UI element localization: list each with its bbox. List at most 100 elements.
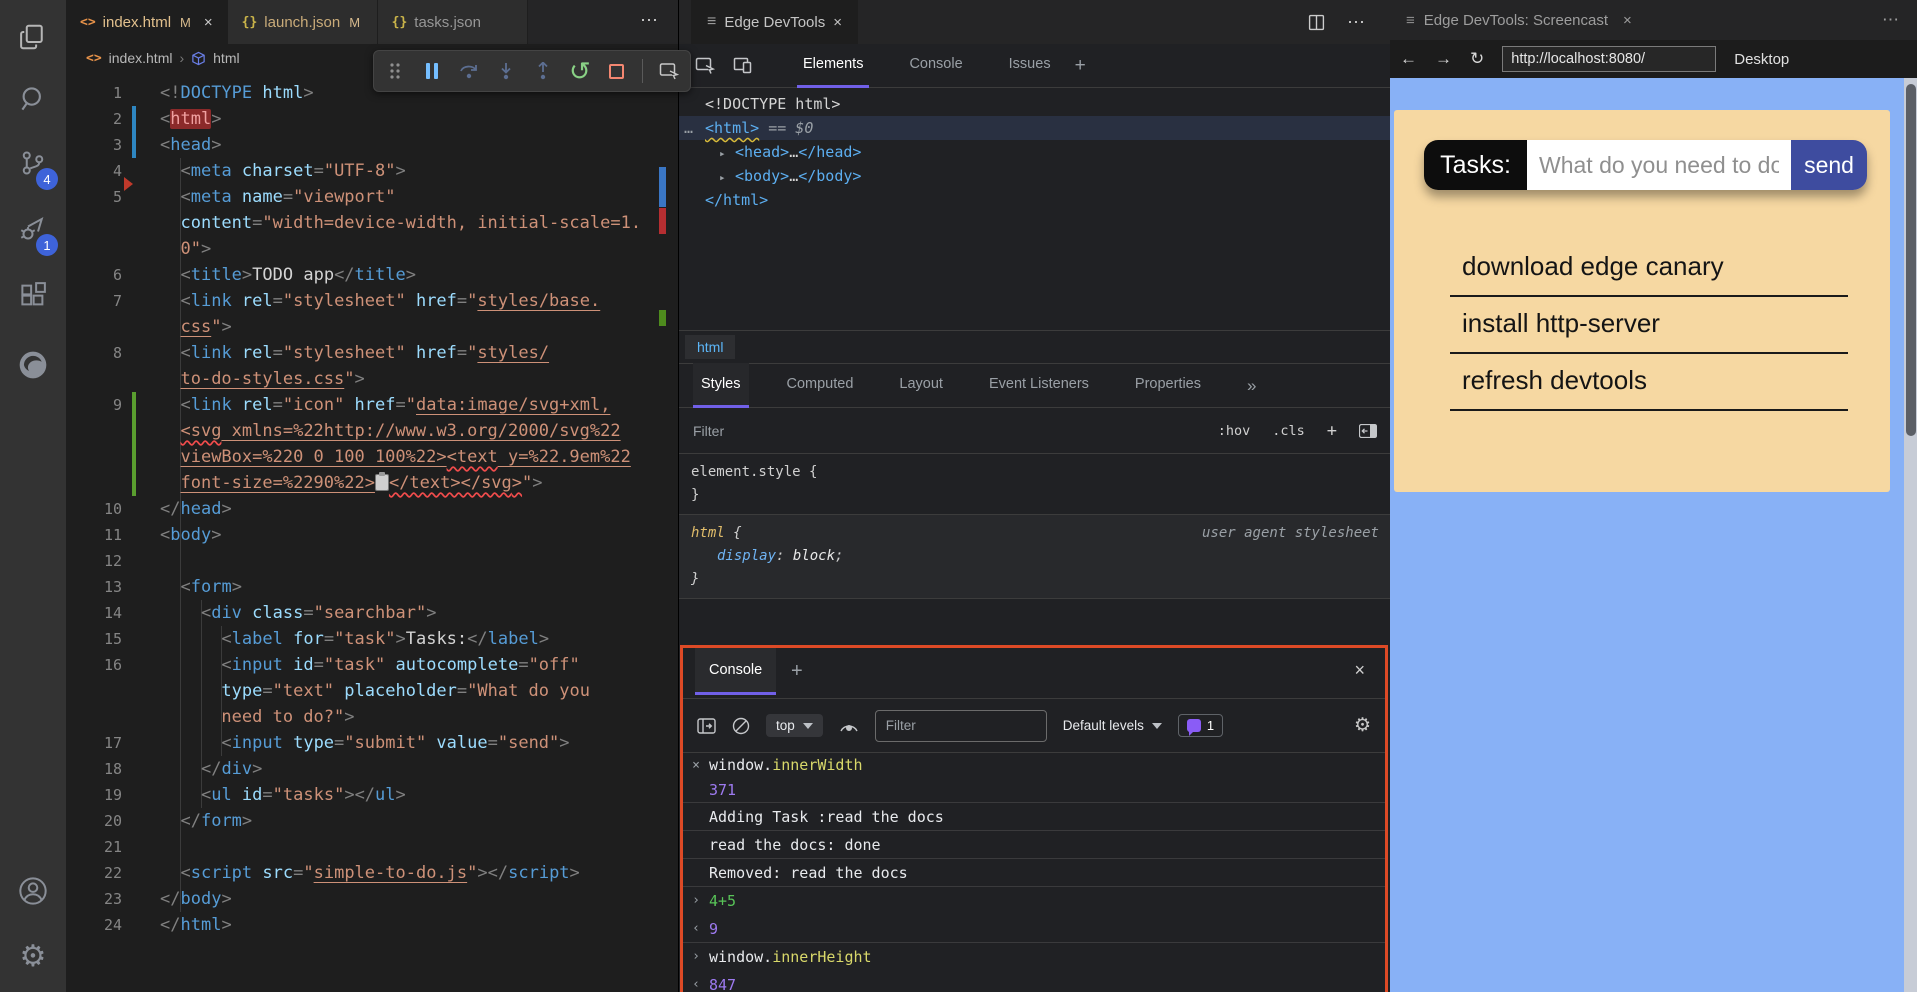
devtools-tab-elements[interactable]: Elements bbox=[797, 44, 870, 88]
expand-chevron-icon[interactable]: ‹ bbox=[683, 915, 709, 943]
code-line[interactable]: 5 <meta name="viewport" bbox=[66, 177, 678, 210]
screencast-title-bar[interactable]: ≡ Edge DevTools: Screencast × ⋯ bbox=[1390, 0, 1917, 40]
step-out-icon[interactable] bbox=[532, 58, 555, 84]
code-line[interactable]: to-do-styles.css"> bbox=[66, 366, 678, 392]
console-message[interactable]: › 4+5 bbox=[683, 887, 1385, 915]
close-console-icon[interactable]: × bbox=[1354, 660, 1365, 681]
remove-live-expression-icon[interactable]: × bbox=[683, 753, 709, 778]
context-selector[interactable]: top bbox=[766, 714, 823, 737]
screencast-scrollbar[interactable] bbox=[1904, 78, 1917, 992]
expand-chevron-icon[interactable]: › bbox=[683, 887, 709, 915]
code-line[interactable]: <svg xmlns=%22http://www.w3.org/2000/svg… bbox=[66, 418, 678, 444]
code-line[interactable]: 17 <input type="submit" value="send"> bbox=[66, 730, 678, 756]
code-line[interactable]: font-size=%2290%22> </text></svg>"> bbox=[66, 470, 678, 496]
console-tab[interactable]: Console bbox=[695, 648, 777, 695]
live-expression-eye-icon[interactable] bbox=[839, 719, 859, 733]
code-line[interactable]: 24 </html> bbox=[66, 912, 678, 938]
breadcrumb-file[interactable]: index.html bbox=[109, 50, 173, 66]
explorer-icon[interactable] bbox=[0, 8, 66, 66]
task-item[interactable]: install http-server bbox=[1450, 297, 1848, 354]
code-line[interactable]: 7 <link rel="stylesheet" href="styles/ba… bbox=[66, 288, 678, 314]
sidebar-position-icon[interactable] bbox=[1359, 423, 1377, 438]
code-line[interactable]: 16 <input id="task" autocomplete="off" bbox=[66, 652, 678, 678]
toggle-class-button[interactable]: .cls bbox=[1272, 423, 1305, 439]
devtools-tab-console[interactable]: Console bbox=[903, 44, 968, 88]
device-mode-label[interactable]: Desktop bbox=[1734, 51, 1789, 68]
clear-console-icon[interactable] bbox=[732, 717, 750, 735]
console-message[interactable]: › window.innerHeight bbox=[683, 943, 1385, 971]
style-rule-element[interactable]: element.style { } bbox=[679, 454, 1391, 515]
code-line[interactable]: 20 </form> bbox=[66, 808, 678, 834]
code-line[interactable]: 4 <meta charset="UTF-8"> bbox=[66, 158, 678, 184]
dom-node-row[interactable]: … <html> == $0 bbox=[679, 116, 1391, 140]
expand-arrow-icon[interactable]: ▸ bbox=[719, 142, 735, 166]
task-item[interactable]: refresh devtools bbox=[1450, 354, 1848, 411]
pause-icon[interactable] bbox=[421, 58, 444, 84]
code-line[interactable]: 8 <link rel="stylesheet" href="styles/ bbox=[66, 340, 678, 366]
more-actions-icon[interactable]: ⋯ bbox=[1347, 12, 1365, 33]
code-line[interactable]: 12 bbox=[66, 548, 678, 574]
code-line[interactable]: viewBox=%220 0 100 100%22><text y=%22.9e… bbox=[66, 444, 678, 470]
extensions-icon[interactable] bbox=[0, 266, 66, 324]
inspect-element-icon[interactable] bbox=[695, 56, 715, 75]
dom-node-row[interactable]: ▸ <body>…</body> bbox=[679, 164, 1391, 188]
code-line[interactable]: css"> bbox=[66, 314, 678, 340]
code-line[interactable]: 3 <head> bbox=[66, 132, 678, 158]
sidebar-tab-properties[interactable]: Properties bbox=[1127, 363, 1209, 408]
inspect-icon[interactable] bbox=[657, 58, 680, 84]
sidebar-tab-layout[interactable]: Layout bbox=[891, 363, 951, 408]
task-input[interactable] bbox=[1527, 140, 1791, 190]
style-rule-html[interactable]: user agent stylesheet html { display: bl… bbox=[679, 515, 1391, 599]
screencast-viewport[interactable]: Tasks: send download edge canaryinstall … bbox=[1390, 78, 1917, 992]
code-line[interactable]: 2 <html> bbox=[66, 106, 678, 132]
send-button[interactable]: send bbox=[1791, 140, 1867, 190]
code-line[interactable]: 23 </body> bbox=[66, 886, 678, 912]
forward-icon[interactable]: → bbox=[1435, 49, 1452, 69]
edge-devtools-icon[interactable] bbox=[0, 336, 66, 394]
console-message[interactable]: ‹ 9 bbox=[683, 915, 1385, 943]
url-input[interactable] bbox=[1502, 46, 1717, 72]
devtools-panel-tab[interactable]: ≡ Edge DevTools × bbox=[691, 0, 859, 44]
search-icon[interactable] bbox=[0, 70, 66, 128]
scrollbar-thumb[interactable] bbox=[1906, 84, 1916, 436]
styles-filter-input[interactable]: Filter bbox=[693, 423, 724, 439]
code-line[interactable]: 13 <form> bbox=[66, 574, 678, 600]
account-icon[interactable] bbox=[0, 862, 66, 920]
console-message[interactable]: × window.innerWidth bbox=[683, 753, 1385, 778]
dom-node-row[interactable]: ▸ <head>…</head> bbox=[679, 140, 1391, 164]
code-line[interactable]: content="width=device-width, initial-sca… bbox=[66, 210, 678, 236]
console-message[interactable]: Adding Task :read the docs bbox=[683, 803, 1385, 831]
restart-icon[interactable]: ↺ bbox=[568, 58, 591, 84]
close-icon[interactable]: × bbox=[833, 14, 842, 31]
more-actions-icon[interactable]: ⋯ bbox=[1882, 10, 1901, 30]
breadcrumb-node[interactable]: html bbox=[213, 50, 239, 66]
run-and-debug-icon[interactable]: 1 bbox=[0, 200, 66, 258]
code-editor[interactable]: 1 <!DOCTYPE html> 2 <html> 3 <head> 4 <meta ch… bbox=[66, 72, 678, 992]
settings-gear-icon[interactable]: ⚙ bbox=[0, 928, 66, 986]
add-tool-icon[interactable]: + bbox=[1075, 55, 1086, 77]
dom-node-row[interactable]: <!DOCTYPE html> bbox=[679, 92, 1391, 116]
console-settings-gear-icon[interactable]: ⚙ bbox=[1354, 714, 1371, 737]
editor-tab-launch.json[interactable]: {} launch.json M bbox=[227, 0, 378, 44]
close-icon[interactable]: × bbox=[1623, 12, 1632, 29]
add-console-tab-icon[interactable]: + bbox=[791, 660, 803, 683]
stop-icon[interactable] bbox=[605, 58, 628, 84]
source-control-icon[interactable]: 4 bbox=[0, 134, 66, 192]
code-line[interactable]: 15 <label for="task">Tasks:</label> bbox=[66, 626, 678, 652]
code-line[interactable]: type="text" placeholder="What do you bbox=[66, 678, 678, 704]
dom-node-row[interactable]: </html> bbox=[679, 188, 1391, 212]
devtools-tab-issues[interactable]: Issues bbox=[1003, 44, 1057, 88]
console-message[interactable]: read the docs: done bbox=[683, 831, 1385, 859]
drag-grip-icon[interactable] bbox=[384, 58, 407, 84]
overflow-chevron-icon[interactable]: » bbox=[1247, 376, 1256, 396]
log-levels-selector[interactable]: Default levels bbox=[1063, 718, 1162, 733]
code-line[interactable]: 6 <title>TODO app</title> bbox=[66, 262, 678, 288]
console-sidebar-icon[interactable] bbox=[697, 717, 716, 734]
css-property-name[interactable]: display bbox=[691, 548, 776, 564]
code-line[interactable]: 14 <div class="searchbar"> bbox=[66, 600, 678, 626]
step-into-icon[interactable] bbox=[495, 58, 518, 84]
new-style-rule-button[interactable]: + bbox=[1327, 421, 1337, 441]
sidebar-tab-event-listeners[interactable]: Event Listeners bbox=[981, 363, 1097, 408]
reload-icon[interactable]: ↻ bbox=[1470, 49, 1484, 69]
split-editor-icon[interactable] bbox=[1308, 14, 1325, 31]
